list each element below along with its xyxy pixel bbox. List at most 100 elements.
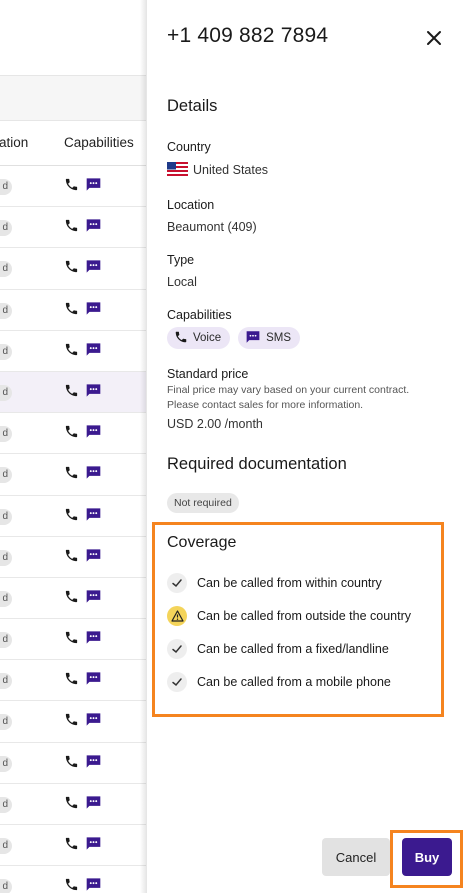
row-capabilities: [64, 342, 102, 357]
status-badge: d: [0, 384, 12, 401]
required-documentation-heading: Required documentation: [167, 455, 347, 473]
numbers-table: ation Capabilities d d d d d d d d d d d d d d d d d d: [0, 0, 146, 893]
row-capabilities: [64, 383, 102, 398]
phone-icon: [64, 383, 79, 398]
buy-button[interactable]: Buy: [402, 838, 452, 876]
sms-icon: [245, 330, 261, 347]
table-row[interactable]: d: [0, 537, 146, 578]
coverage-item: Can be called from a fixed/landline: [167, 639, 389, 659]
phone-icon: [64, 465, 79, 480]
phone-icon: [64, 259, 79, 274]
sms-chip: SMS: [238, 327, 301, 349]
status-badge: d: [0, 714, 12, 731]
phone-icon: [64, 712, 79, 727]
table-body: d d d d d d d d d d d d d d d d d d: [0, 166, 146, 893]
sms-icon: [85, 259, 102, 274]
table-row[interactable]: d: [0, 743, 146, 784]
price-value: USD 2.00 /month: [167, 417, 263, 431]
table-row[interactable]: d: [0, 166, 146, 208]
details-heading: Details: [167, 97, 218, 115]
table-row[interactable]: d: [0, 290, 146, 331]
phone-icon: [174, 330, 188, 347]
sms-icon: [85, 712, 102, 727]
coverage-item-label: Can be called from outside the country: [197, 609, 412, 623]
type-value: Local: [167, 275, 197, 289]
row-capabilities: [64, 465, 102, 480]
number-details-drawer: +1 409 882 7894 Details Country United S…: [147, 0, 466, 893]
not-required-badge: Not required: [167, 493, 239, 513]
table-row[interactable]: d: [0, 701, 146, 743]
phone-icon: [64, 507, 79, 522]
sms-icon: [85, 424, 102, 439]
row-capabilities: [64, 712, 102, 727]
column-header-location[interactable]: ation: [0, 135, 28, 150]
table-row[interactable]: d: [0, 825, 146, 867]
drawer-title: +1 409 882 7894: [167, 24, 329, 47]
price-hint: Final price may vary based on your curre…: [167, 383, 447, 413]
country-text: United States: [193, 162, 269, 177]
row-capabilities: [64, 589, 102, 604]
coverage-item: Can be called from within country: [167, 573, 382, 593]
sms-icon: [85, 754, 102, 769]
status-badge: d: [0, 838, 12, 854]
table-row[interactable]: d: [0, 454, 146, 496]
page: ation Capabilities d d d d d d d d d d d d d d d d d d +1…: [0, 0, 466, 893]
row-capabilities: [64, 259, 102, 274]
table-row[interactable]: d: [0, 784, 146, 825]
table-row[interactable]: d: [0, 207, 146, 249]
table-row[interactable]: d: [0, 866, 146, 893]
column-header-capabilities[interactable]: Capabilities: [64, 135, 134, 150]
table-header: ation Capabilities: [0, 121, 146, 166]
standard-price-label: Standard price: [167, 367, 249, 381]
table-row[interactable]: d: [0, 371, 146, 414]
table-row[interactable]: d: [0, 496, 146, 537]
cancel-button[interactable]: Cancel: [322, 838, 390, 876]
sms-icon: [85, 877, 102, 892]
warning-icon: [167, 606, 187, 626]
status-badge: d: [0, 508, 12, 525]
phone-icon: [64, 630, 79, 645]
row-capabilities: [64, 218, 102, 233]
status-badge: d: [0, 426, 12, 443]
status-badge: d: [0, 796, 12, 813]
row-capabilities: [64, 630, 102, 645]
sms-icon: [85, 301, 102, 316]
status-badge: d: [0, 755, 12, 772]
row-capabilities: [64, 424, 102, 439]
country-label: Country: [167, 140, 211, 154]
table-top-area: [0, 0, 146, 76]
table-row[interactable]: d: [0, 578, 146, 620]
sms-icon: [85, 507, 102, 522]
phone-icon: [64, 795, 79, 810]
row-capabilities: [64, 548, 102, 563]
status-badge: d: [0, 179, 12, 195]
status-badge: d: [0, 590, 12, 607]
row-capabilities: [64, 795, 102, 810]
status-badge: d: [0, 673, 12, 690]
row-capabilities: [64, 836, 102, 851]
phone-icon: [64, 589, 79, 604]
table-row[interactable]: d: [0, 660, 146, 702]
coverage-item-label: Can be called from within country: [197, 576, 382, 590]
phone-icon: [64, 301, 79, 316]
table-row[interactable]: d: [0, 331, 146, 372]
row-capabilities: [64, 754, 102, 769]
table-row[interactable]: d: [0, 248, 146, 290]
capabilities-chips: Voice SMS: [167, 327, 301, 349]
status-badge: d: [0, 879, 12, 893]
row-capabilities: [64, 177, 102, 192]
status-badge: d: [0, 343, 12, 360]
phone-icon: [64, 836, 79, 851]
sms-icon: [85, 342, 102, 357]
sms-chip-label: SMS: [266, 332, 292, 344]
check-icon: [167, 672, 187, 692]
sms-icon: [85, 218, 102, 233]
table-row[interactable]: d: [0, 619, 146, 661]
phone-icon: [64, 218, 79, 233]
location-label: Location: [167, 198, 215, 212]
close-icon[interactable]: [423, 27, 445, 49]
status-badge: d: [0, 220, 12, 237]
status-badge: d: [0, 632, 12, 649]
table-row[interactable]: d: [0, 413, 146, 455]
sms-icon: [85, 589, 102, 604]
